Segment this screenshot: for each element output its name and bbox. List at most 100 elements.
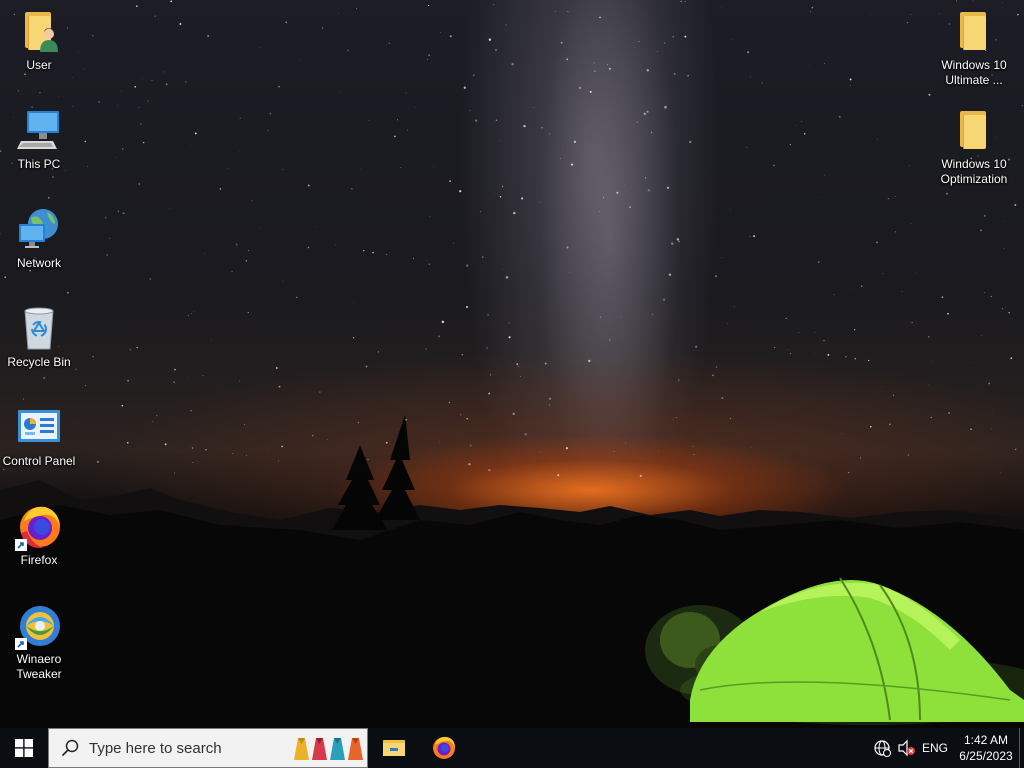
star — [502, 185, 504, 187]
star — [193, 310, 195, 312]
star — [651, 313, 653, 315]
star — [1015, 448, 1017, 450]
star — [785, 317, 787, 319]
star — [122, 212, 125, 215]
star — [312, 435, 314, 437]
star — [205, 449, 207, 451]
star — [245, 260, 248, 262]
taskbar-firefox[interactable] — [420, 728, 468, 768]
star — [693, 453, 695, 455]
desktop-icon-network[interactable]: Network — [1, 206, 77, 271]
star — [511, 63, 514, 66]
star — [677, 379, 680, 381]
pine-trees — [332, 415, 420, 530]
star — [463, 86, 466, 89]
star — [433, 166, 434, 168]
star — [439, 441, 441, 443]
star — [377, 351, 379, 353]
star — [190, 313, 192, 314]
star — [307, 184, 310, 187]
star — [459, 190, 462, 193]
tray-volume[interactable] — [894, 728, 918, 768]
windows-logo-icon — [15, 739, 33, 757]
star — [613, 451, 615, 452]
star — [251, 200, 253, 202]
star — [721, 257, 722, 258]
desktop-icon-user[interactable]: User — [1, 8, 77, 73]
star — [85, 385, 87, 387]
star — [520, 376, 521, 377]
desktop-icon-label: Winaero Tweaker — [16, 652, 62, 681]
star — [666, 186, 670, 189]
star — [278, 85, 280, 88]
desktop-icon-firefox[interactable]: Firefox — [1, 503, 77, 568]
star — [405, 92, 407, 94]
star — [268, 340, 270, 342]
star — [676, 238, 680, 241]
star — [428, 54, 430, 56]
star — [52, 176, 54, 178]
star — [184, 81, 187, 83]
star — [368, 119, 370, 121]
star — [501, 268, 503, 270]
star — [541, 127, 543, 129]
star — [121, 404, 124, 407]
star — [83, 68, 85, 70]
desktop-icon-this-pc[interactable]: This PC — [1, 107, 77, 172]
desktop-wallpaper — [0, 0, 1024, 728]
star — [275, 367, 278, 369]
star — [158, 286, 160, 288]
input-language-indicator[interactable]: ENG — [918, 728, 952, 768]
star — [479, 210, 482, 213]
taskbar-search-box[interactable]: Type here to search — [48, 728, 368, 768]
star — [948, 412, 950, 414]
star — [396, 119, 398, 121]
star — [164, 443, 167, 446]
star — [106, 253, 109, 256]
star — [927, 335, 930, 338]
star — [117, 210, 120, 212]
star — [980, 229, 982, 232]
desktop-icon-windows-10-optimization[interactable]: Windows 10 Optimization — [936, 107, 1012, 187]
star — [429, 216, 431, 218]
star — [481, 256, 484, 259]
star — [365, 365, 368, 368]
folder-icon — [950, 107, 998, 155]
taskbar-file-explorer[interactable] — [370, 728, 418, 768]
search-highlight-illustration — [293, 736, 364, 762]
star — [569, 271, 571, 273]
star — [927, 384, 929, 385]
desktop-icon-winaero-tweaker[interactable]: Winaero Tweaker — [1, 602, 77, 682]
star — [672, 36, 674, 38]
star — [853, 329, 856, 331]
star — [787, 348, 789, 350]
star — [475, 119, 478, 122]
start-button[interactable] — [0, 728, 48, 768]
taskbar-clock[interactable]: 1:42 AM 6/25/2023 — [956, 728, 1016, 768]
star — [684, 35, 687, 38]
star — [894, 196, 896, 197]
star — [761, 82, 763, 84]
star — [192, 462, 194, 463]
star — [427, 58, 428, 60]
star — [307, 246, 310, 249]
star — [441, 320, 445, 324]
star — [620, 316, 622, 318]
tray-network[interactable] — [870, 728, 894, 768]
star — [747, 51, 749, 53]
star — [887, 198, 889, 200]
star — [608, 339, 611, 341]
star — [92, 355, 94, 358]
desktop-icon-control-panel[interactable]: Control Panel — [1, 404, 77, 469]
desktop-icon-windows-10-ultimate[interactable]: Windows 10 Ultimate ... — [936, 8, 1012, 88]
star — [353, 302, 354, 303]
desktop-icon-recycle-bin[interactable]: Recycle Bin — [1, 305, 77, 370]
star — [428, 263, 431, 265]
star — [67, 291, 69, 294]
star — [122, 148, 124, 150]
star — [634, 47, 635, 48]
show-desktop-button[interactable] — [1019, 728, 1024, 768]
star — [646, 110, 649, 113]
star — [910, 13, 912, 15]
star — [400, 166, 402, 168]
